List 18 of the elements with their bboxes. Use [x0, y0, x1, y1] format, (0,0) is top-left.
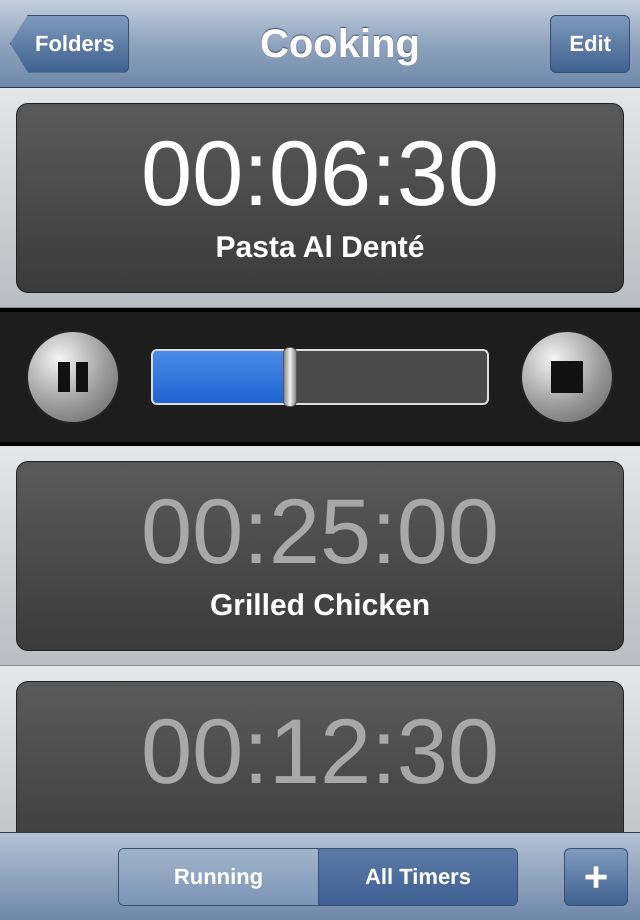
timer-time: 00:25:00 — [140, 484, 500, 580]
add-button[interactable]: + — [564, 848, 628, 906]
timer-name: Pasta Al Denté — [216, 230, 424, 266]
edit-button[interactable]: Edit — [550, 14, 630, 72]
timer-name: Grilled Chicken — [210, 588, 430, 624]
progress-track[interactable] — [151, 349, 489, 405]
segment-tab[interactable]: All Timers — [318, 848, 517, 904]
timer-card[interactable]: 00:12:30 — [16, 681, 624, 832]
stop-icon — [551, 361, 583, 393]
back-button[interactable]: Folders — [10, 14, 130, 72]
timer-time: 00:12:30 — [140, 704, 500, 800]
timer-time: 00:06:30 — [140, 126, 500, 222]
segment-tab[interactable]: Running — [119, 848, 318, 904]
window-title: Cooking — [260, 20, 420, 68]
progress-handle[interactable] — [282, 347, 297, 407]
timer-card[interactable]: 00:06:30 Pasta Al Denté — [16, 103, 624, 293]
timer-card[interactable]: 00:25:00 Grilled Chicken — [16, 461, 624, 651]
pause-icon — [56, 360, 90, 394]
